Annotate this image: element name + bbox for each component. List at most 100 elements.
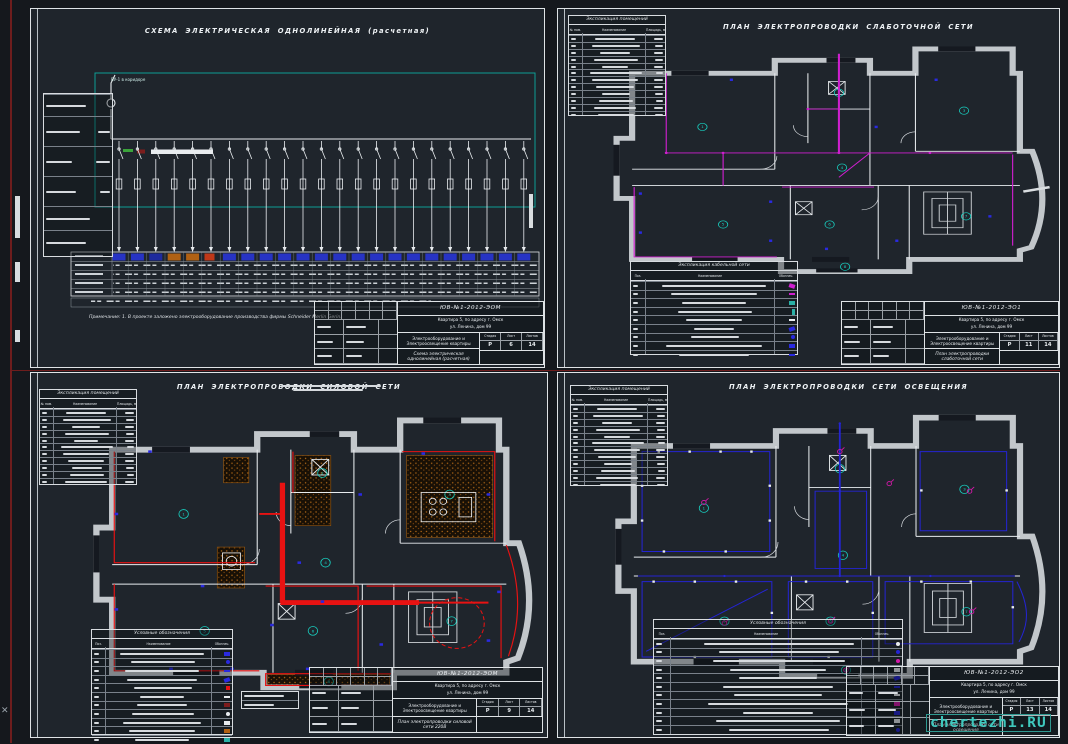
stamp-meta-labels: Стадия Лист Листов — [1000, 333, 1058, 341]
bar — [633, 328, 638, 330]
table-header: № пом.НаименованиеПлощадь, м² — [40, 399, 136, 409]
bar — [573, 436, 578, 438]
legend-row — [631, 333, 797, 342]
bar — [708, 703, 848, 705]
table-row — [44, 206, 112, 230]
panel-label: ВУ-1 в коридоре — [111, 77, 145, 82]
stage-label: Стадия — [477, 699, 499, 706]
table-row — [44, 116, 112, 146]
bar — [602, 93, 630, 95]
project-name: Электрооборудование и Электроосвещение к… — [393, 699, 476, 717]
bar — [602, 66, 628, 68]
bar — [312, 707, 328, 709]
tiled-hatch-zones — [217, 456, 492, 686]
stamp-sign-row — [847, 718, 929, 735]
bar — [849, 709, 865, 711]
stage-label: Стадия — [480, 333, 501, 340]
legend-row — [631, 341, 797, 350]
bar — [573, 442, 578, 444]
bar — [573, 484, 578, 486]
bar — [656, 677, 662, 679]
bar — [42, 460, 47, 462]
bar — [42, 467, 47, 469]
bar — [125, 670, 199, 672]
bar — [42, 446, 47, 448]
table-row — [44, 146, 112, 176]
legend-row — [631, 281, 797, 290]
bar — [94, 653, 99, 655]
table-row — [44, 230, 112, 254]
table-row — [569, 49, 665, 56]
bar — [100, 191, 110, 193]
bar — [135, 739, 189, 741]
bar — [656, 436, 665, 438]
bar — [655, 114, 663, 116]
bar — [571, 100, 576, 102]
bar — [42, 474, 47, 476]
bar — [873, 341, 891, 343]
table-row — [44, 94, 112, 116]
bar — [72, 426, 100, 428]
bar — [633, 293, 638, 295]
object-line: ул. Ленина, дом 99 — [925, 324, 1058, 331]
bar — [127, 679, 197, 681]
bar — [94, 739, 99, 741]
bar — [125, 453, 134, 455]
legend-symbol-icon — [788, 326, 795, 332]
stamp-revision-grid — [315, 302, 398, 364]
bar — [74, 440, 98, 442]
bar — [65, 481, 107, 483]
bar — [125, 440, 134, 442]
table-row — [569, 111, 665, 118]
bar — [573, 456, 578, 458]
watermark: chertezhi.RU — [926, 714, 1051, 732]
sheet-lighting-plan[interactable]: ПЛАН ЭЛЕКТРОПРОВОДКИ СЕТИ ОСВЕЩЕНИЯ Эксп… — [557, 372, 1060, 738]
bar — [125, 481, 134, 483]
bar — [656, 449, 665, 451]
bar — [655, 45, 663, 47]
stamp-meta-labels: Стадия Лист Листов — [480, 333, 543, 341]
sheet-low-current-plan[interactable]: ПЛАН ЭЛЕКТРОПРОВОДКИ СЛАБОТОЧНОЙ СЕТИ Эк… — [557, 8, 1060, 368]
legend-symbol-icon — [224, 670, 230, 672]
bar — [666, 345, 762, 347]
sheet-power-plan[interactable]: ПЛАН ЭЛЕКТРОПРОВОДКИ СИЛОВОЙ СЕТИ Экспли… — [30, 372, 548, 738]
column-divider — [211, 647, 212, 734]
total-label: Листов — [1040, 698, 1058, 705]
bar — [654, 107, 663, 109]
sheets-total: 14 — [520, 707, 542, 716]
legend-symbol-icon — [789, 293, 795, 295]
bar — [656, 100, 663, 102]
bar — [743, 712, 813, 714]
bar — [573, 415, 578, 417]
table-row — [40, 409, 136, 416]
table-row — [569, 35, 665, 42]
legend-symbol-icon — [791, 335, 795, 339]
bar — [571, 66, 576, 68]
stamp-sign-row — [315, 320, 397, 335]
stamp-revision-grid — [847, 667, 930, 735]
table-row — [571, 419, 667, 426]
low-current-outlets — [639, 79, 992, 251]
column-divider — [105, 647, 106, 734]
sheet-number: 11 — [1020, 341, 1039, 350]
bar — [346, 355, 362, 357]
bar — [656, 720, 662, 722]
stamp-main: ЮВ-№1-2012-ЭО1 Квартира 5, по адресу г. … — [925, 302, 1058, 364]
bar — [65, 433, 109, 435]
table-row — [40, 437, 136, 444]
bar — [42, 433, 47, 435]
bar — [599, 100, 633, 102]
object-address: Квартира 5, по адресу г. Омск ул. Ленина… — [925, 316, 1058, 333]
stage-value: Р — [1000, 341, 1019, 350]
plan-note-bar — [281, 385, 381, 387]
total-label: Листов — [520, 699, 542, 706]
row-header-bars — [75, 255, 103, 293]
column-divider — [670, 637, 671, 734]
stamp-header-row — [310, 677, 392, 686]
bar — [596, 86, 634, 88]
layout-guide-mid — [10, 370, 1060, 372]
bar — [656, 72, 663, 74]
bar — [571, 72, 576, 74]
stamp-sheet-name: План электропроводки силовой сети 220В — [393, 717, 476, 732]
sheet-schematic[interactable]: ВУ-1 в коридоре СХЕМА ЭЛЕКТРИЧЕСКАЯ ОДНО… — [30, 8, 545, 368]
